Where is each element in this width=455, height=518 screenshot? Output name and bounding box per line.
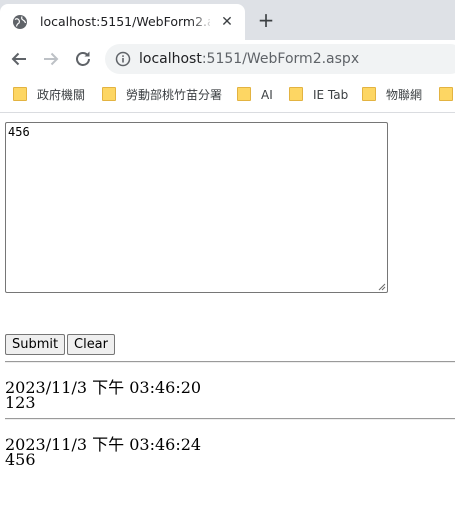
reload-icon[interactable] bbox=[73, 49, 93, 69]
bookmark-label: IE Tab bbox=[313, 88, 349, 102]
browser-tab[interactable]: localhost:5151/WebForm2.aspx ✕ bbox=[0, 4, 245, 40]
folder-icon bbox=[289, 87, 303, 101]
address-bar[interactable]: localhost:5151/WebForm2.aspx bbox=[105, 44, 455, 74]
bookmark-item[interactable] bbox=[439, 87, 455, 103]
page-content: 456 Submit Clear 2023/11/3 下午 03:46:20 1… bbox=[0, 113, 455, 518]
bookmark-item[interactable]: IE Tab bbox=[289, 87, 348, 103]
browser-toolbar: localhost:5151/WebForm2.aspx bbox=[0, 40, 455, 78]
tab-strip: localhost:5151/WebForm2.aspx ✕ + bbox=[0, 0, 455, 40]
back-arrow-icon[interactable] bbox=[9, 49, 29, 69]
folder-icon bbox=[439, 87, 453, 101]
folder-icon bbox=[102, 87, 116, 101]
bookmark-label: AI bbox=[261, 88, 273, 102]
tab-title-fade bbox=[190, 10, 214, 34]
close-icon[interactable]: ✕ bbox=[219, 14, 235, 30]
entry-text: 123 bbox=[5, 393, 36, 412]
entry-text: 456 bbox=[5, 450, 36, 469]
url-path: :5151/WebForm2.aspx bbox=[201, 51, 360, 67]
bookmark-label: 物聯網 bbox=[386, 88, 423, 102]
globe-icon bbox=[13, 15, 27, 29]
info-icon[interactable] bbox=[115, 51, 131, 67]
url-text: localhost:5151/WebForm2.aspx bbox=[139, 51, 359, 67]
folder-icon bbox=[237, 87, 251, 101]
tab-title: localhost:5151/WebForm2.aspx bbox=[40, 14, 210, 29]
bookmark-item[interactable]: 勞動部桃竹苗分署 bbox=[102, 87, 222, 103]
submit-button[interactable]: Submit bbox=[5, 334, 66, 355]
forward-arrow-icon[interactable] bbox=[41, 49, 61, 69]
folder-icon bbox=[362, 87, 376, 101]
bookmark-label: 政府機關 bbox=[37, 88, 86, 102]
url-host: localhost bbox=[139, 51, 202, 67]
clear-button[interactable]: Clear bbox=[67, 334, 115, 355]
bookmarks-bar: 政府機關 勞動部桃竹苗分署 AI IE Tab 物聯網 bbox=[0, 78, 455, 113]
bookmark-item[interactable]: AI bbox=[237, 87, 273, 103]
folder-icon bbox=[13, 87, 27, 101]
divider bbox=[5, 361, 455, 363]
divider bbox=[5, 418, 455, 420]
bookmark-label: 勞動部桃竹苗分署 bbox=[126, 88, 223, 102]
message-textarea[interactable]: 456 bbox=[5, 122, 388, 293]
plus-icon[interactable]: + bbox=[256, 10, 276, 30]
bookmark-item[interactable]: 物聯網 bbox=[362, 87, 422, 103]
bookmark-item[interactable]: 政府機關 bbox=[13, 87, 85, 103]
